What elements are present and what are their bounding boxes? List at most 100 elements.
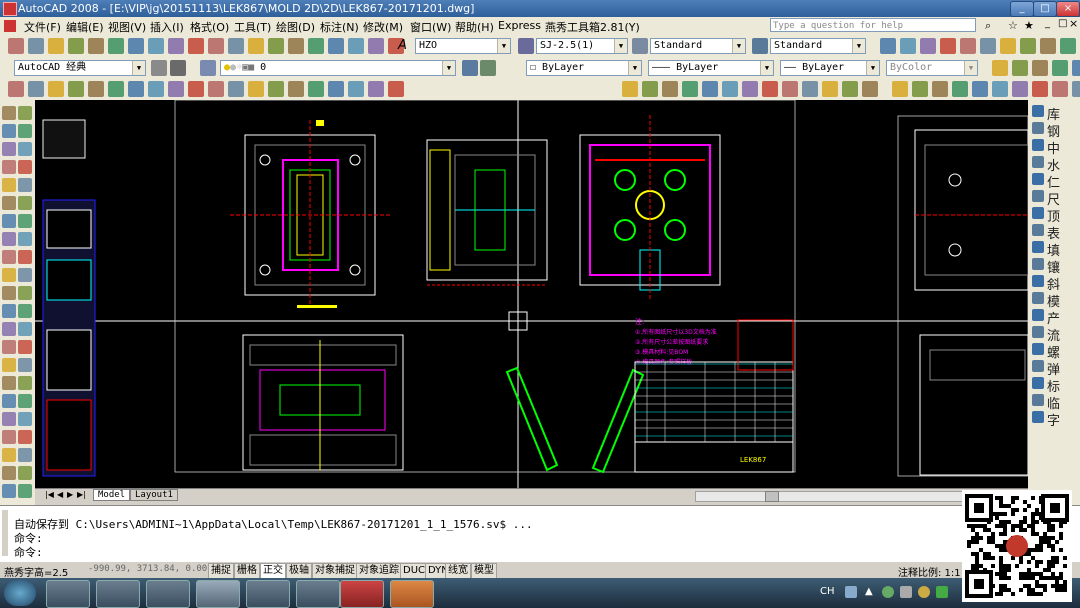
star-icon[interactable]: ★ (1024, 19, 1034, 32)
standard-tool-icon[interactable] (368, 38, 384, 54)
taskbar-autocad[interactable] (196, 580, 240, 608)
yanxiu-draw-tool-icon[interactable] (288, 81, 304, 97)
scrollbar-thumb[interactable] (765, 491, 779, 502)
menu-format[interactable]: 格式(O) (190, 19, 229, 35)
polar-toggle[interactable]: 极轴 (286, 563, 312, 579)
yanxiu-edit-tool-icon[interactable] (842, 81, 858, 97)
menu-window[interactable]: 窗口(W) (410, 19, 451, 35)
yanxiu-tool-icon[interactable] (960, 38, 976, 54)
doc-close-button[interactable]: × (1069, 17, 1078, 30)
palette-item[interactable]: 字 (1030, 410, 1078, 429)
palette-item[interactable]: 表 (1030, 223, 1078, 242)
yanxiu-draw-tool-icon[interactable] (8, 81, 24, 97)
palette-item[interactable]: 斜 (1030, 274, 1078, 293)
yanxiu-draw-tool-icon[interactable] (248, 81, 264, 97)
menu-insert[interactable]: 插入(I) (150, 19, 184, 35)
properties-tool-icon[interactable] (1032, 81, 1048, 97)
yanxiu-draw-tool-icon[interactable] (168, 81, 184, 97)
draw-tool-icon[interactable] (18, 286, 32, 300)
palette-item[interactable]: 弹 (1030, 359, 1078, 378)
palette-item[interactable]: 顶 (1030, 206, 1078, 225)
standard-tool-icon[interactable] (288, 38, 304, 54)
palette-item[interactable]: 模 (1030, 291, 1078, 310)
draw-tool-icon[interactable] (2, 484, 16, 498)
yanxiu-edit-tool-icon[interactable] (702, 81, 718, 97)
draw-tool-icon[interactable] (2, 160, 16, 174)
language-indicator[interactable]: CH (820, 586, 835, 597)
standard-tool-icon[interactable] (88, 38, 104, 54)
yanxiu-draw-tool-icon[interactable] (188, 81, 204, 97)
yanxiu-edit-tool-icon[interactable] (742, 81, 758, 97)
draw-tool-icon[interactable] (2, 322, 16, 336)
view-tool-icon[interactable] (992, 60, 1008, 76)
palette-item[interactable]: 镶 (1030, 257, 1078, 276)
yanxiu-tool-icon[interactable] (1020, 38, 1036, 54)
standard-tool-icon[interactable] (308, 38, 324, 54)
draw-tool-icon[interactable] (2, 232, 16, 246)
multileader-style-icon[interactable] (752, 38, 768, 54)
view-tool-icon[interactable] (1012, 60, 1028, 76)
palette-item[interactable]: 标 (1030, 376, 1078, 395)
dim-style-icon[interactable] (518, 38, 534, 54)
cad-drawing[interactable]: 注: ①.所有图纸尺寸以3D文档为准 ②.所有尺寸公差按图纸要求 ③.模具材料:… (35, 100, 1028, 488)
osnap-toggle[interactable]: 对象捕捉 (312, 563, 358, 579)
draw-tool-icon[interactable] (18, 466, 32, 480)
palette-item[interactable]: 流 (1030, 325, 1078, 344)
draw-tool-icon[interactable] (18, 142, 32, 156)
yanxiu-draw-tool-icon[interactable] (148, 81, 164, 97)
palette-item[interactable]: 临 (1030, 393, 1078, 412)
command-grip[interactable] (2, 510, 8, 556)
standard-tool-icon[interactable] (268, 38, 284, 54)
draw-tool-icon[interactable] (2, 142, 16, 156)
draw-tool-icon[interactable] (2, 466, 16, 480)
draw-tool-icon[interactable] (18, 268, 32, 282)
horizontal-scrollbar[interactable] (695, 491, 987, 502)
draw-tool-icon[interactable] (18, 232, 32, 246)
draw-tool-icon[interactable] (18, 358, 32, 372)
draw-tool-icon[interactable] (2, 430, 16, 444)
menu-dimension[interactable]: 标注(N) (320, 19, 359, 35)
yanxiu-edit-tool-icon[interactable] (782, 81, 798, 97)
view-tool-icon[interactable] (1072, 60, 1080, 76)
taskbar-app-1[interactable] (46, 580, 90, 608)
workspace-lock-icon[interactable] (170, 60, 186, 76)
yanxiu-tool-icon[interactable] (1060, 38, 1076, 54)
menu-help[interactable]: 帮助(H) (455, 19, 494, 35)
tab-model[interactable]: Model (93, 489, 131, 501)
yanxiu-tool-icon[interactable] (980, 38, 996, 54)
otrack-toggle[interactable]: 对象追踪 (356, 563, 402, 579)
taskbar-pdf[interactable] (340, 580, 384, 608)
draw-tool-icon[interactable] (18, 124, 32, 138)
doc-minimize-button[interactable]: _ (1045, 18, 1050, 29)
palette-item[interactable]: 填 (1030, 240, 1078, 259)
layer-previous-icon[interactable] (480, 60, 496, 76)
tray-icon-2[interactable] (882, 586, 894, 598)
yanxiu-edit-tool-icon[interactable] (802, 81, 818, 97)
standard-tool-icon[interactable] (228, 38, 244, 54)
draw-tool-icon[interactable] (2, 340, 16, 354)
autocad-app-icon[interactable] (3, 2, 17, 16)
draw-tool-icon[interactable] (18, 214, 32, 228)
menu-modify[interactable]: 修改(M) (363, 19, 403, 35)
standard-tool-icon[interactable] (168, 38, 184, 54)
document-icon[interactable] (4, 20, 16, 32)
make-current-layer-icon[interactable] (462, 60, 478, 76)
start-button[interactable] (4, 580, 36, 606)
tab-nav-prev[interactable]: ◀ (57, 490, 63, 499)
palette-item[interactable]: 钢 (1030, 121, 1078, 140)
draw-tool-icon[interactable] (18, 178, 32, 192)
yanxiu-edit-tool-icon[interactable] (762, 81, 778, 97)
draw-tool-icon[interactable] (2, 196, 16, 210)
palette-item[interactable]: 尺 (1030, 189, 1078, 208)
properties-tool-icon[interactable] (992, 81, 1008, 97)
standard-tool-icon[interactable] (148, 38, 164, 54)
snap-toggle[interactable]: 捕捉 (208, 563, 234, 579)
taskbar-explorer[interactable] (146, 580, 190, 608)
minimize-button[interactable]: _ (1010, 1, 1034, 17)
yanxiu-tool-icon[interactable] (920, 38, 936, 54)
yanxiu-edit-tool-icon[interactable] (822, 81, 838, 97)
maximize-button[interactable]: □ (1033, 1, 1057, 17)
properties-tool-icon[interactable] (892, 81, 908, 97)
standard-tool-icon[interactable] (188, 38, 204, 54)
properties-tool-icon[interactable] (912, 81, 928, 97)
